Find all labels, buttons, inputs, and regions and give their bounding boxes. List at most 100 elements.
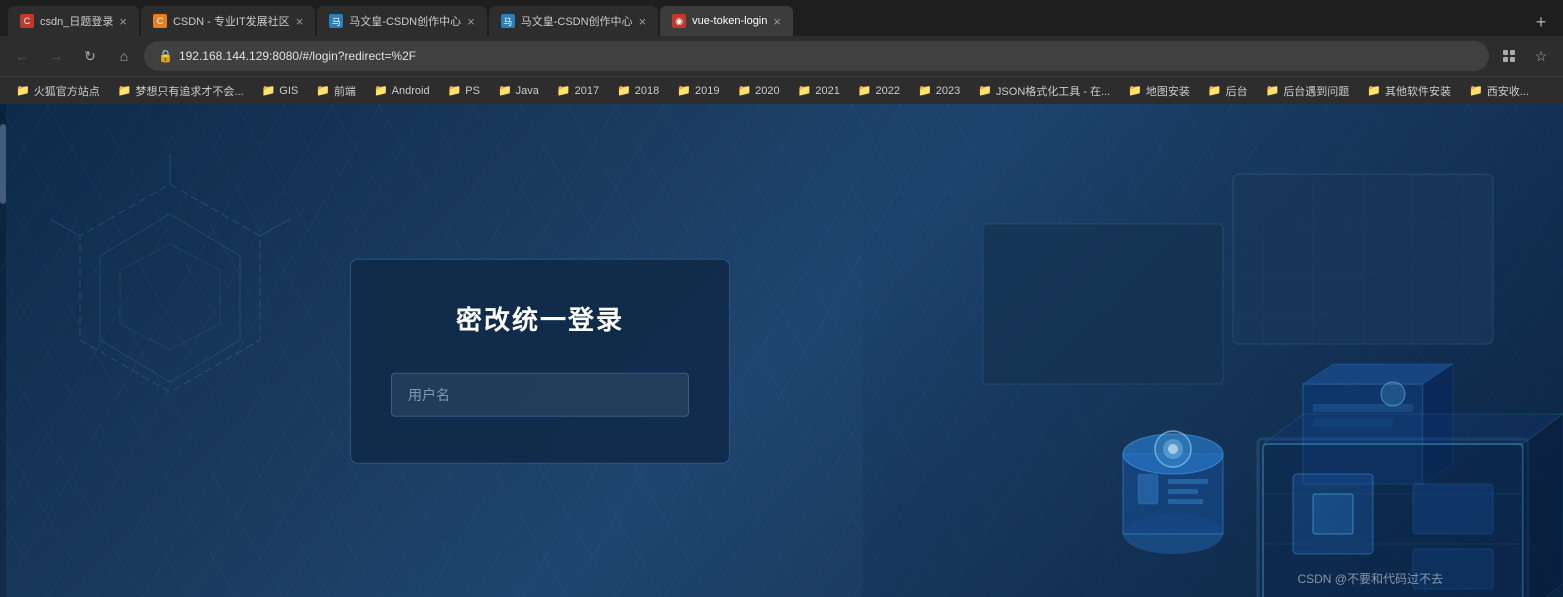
- bookmark-item[interactable]: 📁 JSON格式化工具 - 在...: [970, 81, 1118, 101]
- bookmark-item[interactable]: 📁 2017: [549, 82, 607, 99]
- tab-close-button[interactable]: ×: [639, 14, 647, 29]
- login-card: 密改统一登录: [350, 258, 730, 463]
- browser-tab-tab4[interactable]: 马马文皇-CSDN创作中心×: [489, 6, 658, 36]
- bookmark-button[interactable]: ☆: [1527, 42, 1555, 70]
- folder-icon: 📁: [262, 84, 276, 97]
- folder-icon: 📁: [1208, 84, 1222, 97]
- bookmark-label: PS: [465, 85, 480, 97]
- browser-tab-tab1[interactable]: Ccsdn_日题登录 ×: [8, 6, 139, 36]
- forward-button[interactable]: →: [42, 42, 70, 70]
- bookmark-item[interactable]: 📁 2018: [609, 82, 667, 99]
- security-icon: 🔒: [158, 49, 173, 63]
- bookmark-item[interactable]: 📁2021: [790, 82, 848, 99]
- folder-icon: 📁: [374, 84, 388, 97]
- browser-tab-tab5[interactable]: ◉ vue-token-login ×: [660, 6, 793, 36]
- folder-icon: 📁: [677, 84, 691, 97]
- bookmark-label: 2018: [635, 85, 659, 97]
- bookmark-label: 西安收...: [1487, 83, 1529, 99]
- username-input[interactable]: [391, 372, 689, 416]
- tab-favicon: C: [153, 14, 167, 28]
- bookmark-label: 后台: [1226, 83, 1248, 99]
- home-button[interactable]: ⌂: [110, 42, 138, 70]
- folder-icon: 📁: [448, 84, 462, 97]
- bookmark-label: Android: [392, 85, 430, 97]
- folder-icon: 📁: [918, 84, 932, 97]
- username-group: [391, 372, 689, 416]
- bookmark-item[interactable]: 📁GIS: [254, 82, 307, 99]
- folder-icon: 📁: [737, 84, 751, 97]
- bookmark-label: 其他软件安装: [1385, 83, 1451, 99]
- tab-close-button[interactable]: ×: [296, 14, 304, 29]
- bookmark-item[interactable]: 📁 前端: [308, 81, 364, 101]
- folder-icon: 📁: [118, 84, 132, 97]
- folder-icon: 📁: [798, 84, 812, 97]
- scroll-indicator: [0, 104, 6, 597]
- bookmark-item[interactable]: 📁 西安收...: [1461, 81, 1537, 101]
- tab-label: csdn_日题登录: [40, 13, 113, 29]
- folder-icon: 📁: [978, 84, 992, 97]
- right-visual: [863, 104, 1563, 597]
- bookmarks-bar: 📁火狐官方站点📁梦想只有追求才不会...📁GIS📁前端📁Android📁PS📁J…: [0, 76, 1563, 104]
- bookmark-label: GIS: [279, 85, 298, 97]
- folder-icon: 📁: [1128, 84, 1142, 97]
- bookmark-label: 火狐官方站点: [34, 83, 100, 99]
- bookmark-item[interactable]: 📁 Java: [490, 82, 547, 99]
- bookmark-label: 后台遇到问题: [1283, 83, 1349, 99]
- tab-label: 马文皇-CSDN创作中心: [521, 13, 633, 29]
- tab-close-button[interactable]: ×: [773, 14, 781, 29]
- extensions-button[interactable]: [1495, 42, 1523, 70]
- tech-boxes: [883, 144, 1563, 588]
- bookmark-label: 2021: [815, 85, 839, 97]
- bookmark-item[interactable]: 📁 后台: [1200, 81, 1256, 101]
- bookmark-item[interactable]: 📁梦想只有追求才不会...: [110, 81, 252, 101]
- bookmark-label: 2017: [575, 85, 599, 97]
- folder-icon: 📁: [557, 84, 571, 97]
- folder-icon: 📁: [316, 84, 330, 97]
- url-text: 192.168.144.129:8080/#/login?redirect=%2…: [179, 49, 1475, 63]
- tab-close-button[interactable]: ×: [467, 14, 475, 29]
- bookmark-label: Java: [516, 85, 539, 97]
- address-bar-actions: ☆: [1495, 42, 1555, 70]
- bookmark-item[interactable]: 📁 其他软件安装: [1359, 81, 1459, 101]
- folder-icon: 📁: [1367, 84, 1381, 97]
- login-title: 密改统一登录: [391, 299, 689, 336]
- bookmark-item[interactable]: 📁 2020: [729, 82, 787, 99]
- folder-icon: 📁: [498, 84, 512, 97]
- bookmark-item[interactable]: 📁 2023: [910, 82, 968, 99]
- bookmark-item[interactable]: 📁 Android: [366, 82, 438, 99]
- folder-icon: 📁: [617, 84, 631, 97]
- bookmark-label: 前端: [334, 83, 356, 99]
- scroll-thumb: [0, 124, 6, 204]
- bookmark-label: 梦想只有追求才不会...: [135, 83, 243, 99]
- browser-tab-tab2[interactable]: C CSDN - 专业IT发展社区 ×: [141, 6, 315, 36]
- folder-icon: 📁: [858, 84, 872, 97]
- left-decoration: [20, 154, 300, 434]
- tab-label: 马文皇-CSDN创作中心: [349, 13, 461, 29]
- browser-tab-tab3[interactable]: 马马文皇-CSDN创作中心 ×: [317, 6, 486, 36]
- new-tab-button[interactable]: +: [1527, 8, 1555, 36]
- tab-favicon: 马: [329, 14, 343, 28]
- bookmark-label: JSON格式化工具 - 在...: [996, 83, 1110, 99]
- folder-icon: 📁: [16, 84, 30, 97]
- tab-favicon: ◉: [672, 14, 686, 28]
- browser-chrome: Ccsdn_日题登录×CCSDN - 专业IT发展社区×马马文皇-CSDN创作中…: [0, 0, 1563, 104]
- address-bar[interactable]: 🔒 192.168.144.129:8080/#/login?redirect=…: [144, 41, 1489, 71]
- bookmark-item[interactable]: 📁 2019: [669, 82, 727, 99]
- folder-icon: 📁: [1469, 84, 1483, 97]
- tab-label: CSDN - 专业IT发展社区: [173, 13, 290, 29]
- folder-icon: 📁: [1266, 84, 1280, 97]
- tab-favicon: C: [20, 14, 34, 28]
- bookmark-label: 2019: [695, 85, 719, 97]
- bookmark-label: 2020: [755, 85, 779, 97]
- main-content: 密改统一登录 CSDN @不要和代码过不去: [0, 104, 1563, 597]
- back-button[interactable]: ←: [8, 42, 36, 70]
- tab-close-button[interactable]: ×: [119, 14, 127, 29]
- bookmark-item[interactable]: 📁地图安装: [1120, 81, 1198, 101]
- reload-button[interactable]: ↻: [76, 42, 104, 70]
- bookmark-item[interactable]: 📁 火狐官方站点: [8, 81, 108, 101]
- tab-label: vue-token-login: [692, 15, 767, 27]
- bookmark-item[interactable]: 📁PS: [440, 82, 488, 99]
- bookmark-item[interactable]: 📁后台遇到问题: [1258, 81, 1358, 101]
- bookmark-item[interactable]: 📁2022: [850, 82, 908, 99]
- bookmark-label: 2023: [936, 85, 960, 97]
